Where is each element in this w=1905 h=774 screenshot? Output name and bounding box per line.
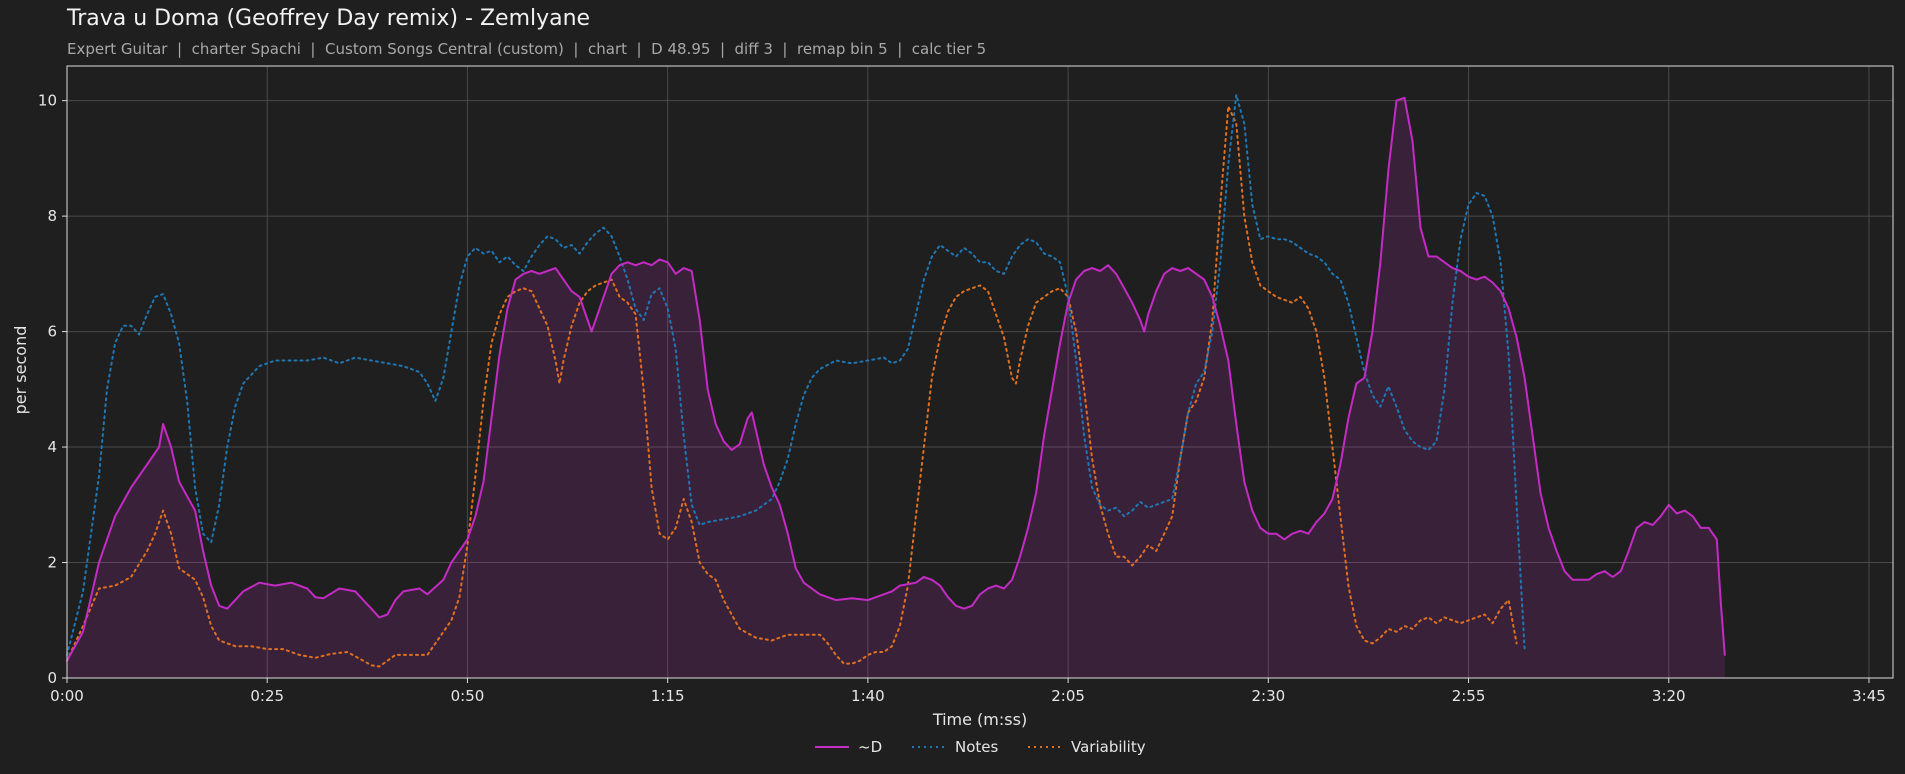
series-d-area [67,97,1725,679]
x-tick-label: 2:55 [1452,687,1486,705]
y-axis-label: per second [11,326,30,415]
legend: ~D Notes Variability [815,738,1146,756]
x-tick-label: 3:20 [1652,687,1686,705]
y-tick-label: 10 [38,92,57,110]
x-tick-label: 0:25 [250,687,284,705]
x-tick-label: 1:15 [651,687,685,705]
line-chart: 0:00 0:25 0:50 1:15 1:40 2:05 2:30 2:55 3:20 3:45… [11,65,1894,756]
y-tick-label: 0 [47,669,57,687]
x-tick-label: 3:45 [1852,687,1886,705]
y-tick-label: 2 [47,554,57,572]
x-axis-ticks: 0:00 0:25 0:50 1:15 1:40 2:05 2:30 2:55 3:20 3:45 [50,678,1886,705]
x-tick-label: 1:40 [851,687,885,705]
y-tick-label: 4 [47,438,57,456]
x-tick-label: 0:50 [451,687,485,705]
x-axis-label: Time (m:ss) [932,710,1027,729]
x-tick-label: 0:00 [50,687,84,705]
series-fill-area [67,97,1725,679]
legend-label: Notes [955,738,999,756]
x-tick-label: 2:05 [1051,687,1085,705]
y-tick-label: 8 [47,207,57,225]
y-tick-label: 6 [47,323,57,341]
legend-label: Variability [1071,738,1146,756]
y-axis-ticks: 0 2 4 6 8 10 [38,92,67,687]
legend-label: ~D [858,738,882,756]
x-tick-label: 2:30 [1251,687,1285,705]
